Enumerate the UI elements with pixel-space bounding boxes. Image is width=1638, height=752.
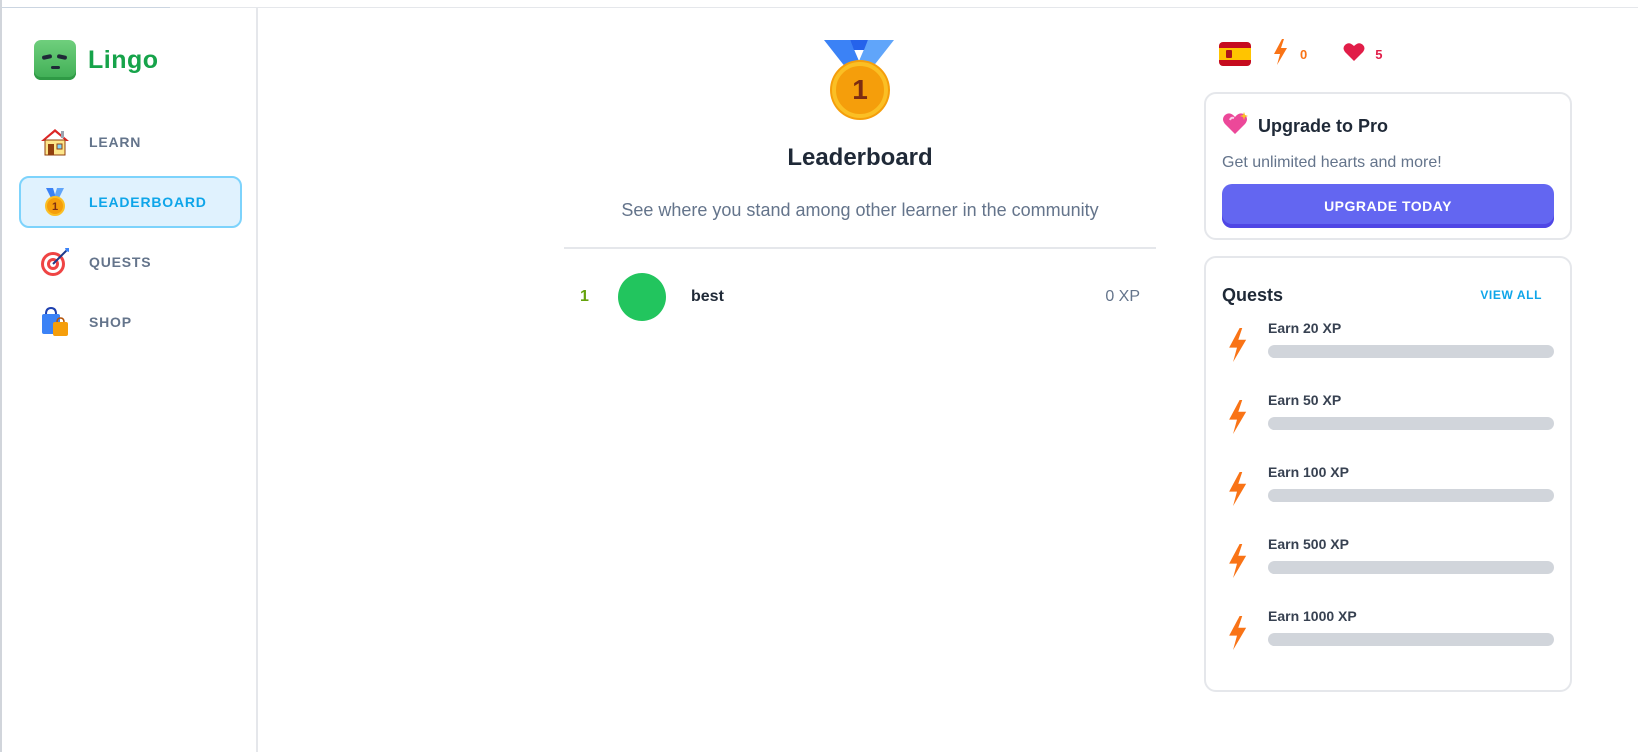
hearts-count: 5 <box>1375 46 1383 62</box>
user-xp: 0 XP <box>1105 288 1140 305</box>
sidebar-item-label: QUESTS <box>89 254 152 270</box>
quest-label: Earn 50 XP <box>1268 392 1342 408</box>
leaderboard-panel: 1 Leaderboard See where you stand among … <box>564 36 1156 321</box>
lightning-icon <box>1272 38 1288 70</box>
upgrade-title: Upgrade to Pro <box>1258 116 1389 136</box>
quests-title: Quests <box>1222 284 1284 305</box>
top-border-stub <box>0 0 170 8</box>
user-stats: 0 5 <box>1219 38 1382 70</box>
quest-label: Earn 100 XP <box>1268 464 1349 480</box>
rank-number: 1 <box>580 288 589 305</box>
svg-text:1: 1 <box>52 201 58 213</box>
sidebar-item-label: LEARN <box>89 134 142 150</box>
leaderboard-row[interactable]: 1 best 0 XP <box>564 273 1156 321</box>
mascot-logo-icon <box>34 40 76 80</box>
sidebar-item-quests[interactable]: QUESTS <box>19 236 242 288</box>
sidebar-nav: LEARN 1 LEADERBOARD QUESTS SHOP <box>19 116 242 356</box>
top-border <box>0 0 1638 8</box>
quests-card: Quests VIEW ALL Earn 20 XP Earn 50 XP Ea… <box>1204 256 1572 692</box>
quest-progress-bar <box>1268 345 1554 358</box>
quest-label: Earn 20 XP <box>1268 320 1342 336</box>
divider <box>564 247 1156 249</box>
quest-item[interactable]: Earn 20 XP <box>1222 320 1554 392</box>
user-name: best <box>691 288 724 305</box>
sidebar: Lingo LEARN 1 LEADERBOARD QUESTS SHOP <box>2 8 258 752</box>
quest-label: Earn 500 XP <box>1268 536 1349 552</box>
view-all-link[interactable]: VIEW ALL <box>1480 288 1542 302</box>
page-title: Leaderboard <box>787 144 933 171</box>
house-icon <box>39 126 71 158</box>
upgrade-header: Upgrade to Pro <box>1222 112 1554 141</box>
quest-item[interactable]: Earn 100 XP <box>1222 464 1554 536</box>
lightning-icon <box>1222 320 1252 392</box>
quest-item[interactable]: Earn 500 XP <box>1222 536 1554 608</box>
shopping-bag-icon <box>39 306 71 338</box>
quest-progress-bar <box>1268 561 1554 574</box>
sparkling-heart-icon <box>1222 112 1248 141</box>
app-name: Lingo <box>88 45 159 74</box>
lightning-icon <box>1222 536 1252 608</box>
logo[interactable]: Lingo <box>34 40 159 80</box>
upgrade-subtitle: Get unlimited hearts and more! <box>1222 154 1442 171</box>
avatar <box>618 273 666 321</box>
quest-progress-bar <box>1268 633 1554 646</box>
quest-progress-bar <box>1268 417 1554 430</box>
lightning-icon <box>1222 608 1252 680</box>
leaderboard-header: 1 <box>564 36 1156 118</box>
hearts-stat[interactable]: 5 <box>1343 42 1382 67</box>
quest-progress-bar <box>1268 489 1554 502</box>
upgrade-card: Upgrade to Pro Get unlimited hearts and … <box>1204 92 1572 240</box>
sidebar-item-label: SHOP <box>89 314 132 330</box>
sidebar-item-shop[interactable]: SHOP <box>19 296 242 348</box>
sidebar-item-learn[interactable]: LEARN <box>19 116 242 168</box>
lightning-icon <box>1222 464 1252 536</box>
quest-item[interactable]: Earn 1000 XP <box>1222 608 1554 680</box>
lightning-icon <box>1222 392 1252 464</box>
points-count: 0 <box>1300 46 1308 62</box>
page-subtitle: See where you stand among other learner … <box>621 200 1099 220</box>
medal-icon: 1 <box>39 186 71 218</box>
target-icon <box>39 246 71 278</box>
upgrade-button[interactable]: UPGRADE TODAY <box>1222 184 1554 228</box>
quests-header: Quests VIEW ALL <box>1222 280 1554 310</box>
points-stat[interactable]: 0 <box>1272 38 1308 70</box>
heart-icon <box>1343 42 1365 67</box>
quest-item[interactable]: Earn 50 XP <box>1222 392 1554 464</box>
quest-label: Earn 1000 XP <box>1268 608 1357 624</box>
medal-icon: 1 <box>832 62 888 118</box>
spain-flag-icon[interactable] <box>1219 42 1251 66</box>
sidebar-item-leaderboard[interactable]: 1 LEADERBOARD <box>19 176 242 228</box>
quest-list: Earn 20 XP Earn 50 XP Earn 100 XP Earn 5… <box>1222 320 1554 680</box>
sidebar-item-label: LEADERBOARD <box>89 194 207 210</box>
